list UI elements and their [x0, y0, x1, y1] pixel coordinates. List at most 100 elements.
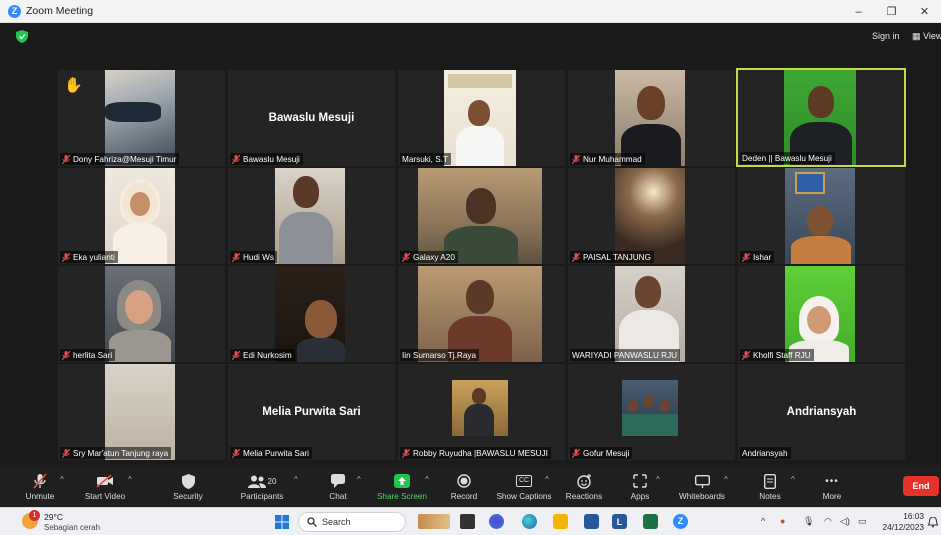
participant-tile[interactable]: Eka yulianti — [58, 168, 225, 264]
participants-options-caret-icon[interactable]: ^ — [294, 475, 298, 484]
end-meeting-button[interactable]: End — [903, 476, 939, 496]
participant-tile[interactable]: Ishar — [738, 168, 905, 264]
apps-button[interactable]: Apps — [624, 467, 656, 507]
apps-options-caret-icon[interactable]: ^ — [656, 475, 660, 484]
volume-icon[interactable]: ◁) — [840, 516, 850, 527]
edge-browser-icon[interactable] — [522, 514, 537, 529]
participant-name-label: Bawaslu Mesuji — [230, 153, 303, 165]
notification-bell-icon[interactable] — [928, 517, 938, 528]
participant-name-label: Robby Ruyudha |BAWASLU MESUJI — [400, 447, 551, 459]
participant-tile[interactable]: Robby Ruyudha |BAWASLU MESUJI — [398, 364, 565, 460]
muted-mic-icon — [741, 350, 751, 360]
captions-options-caret-icon[interactable]: ^ — [545, 475, 549, 484]
copilot-icon[interactable] — [489, 514, 504, 529]
chat-options-caret-icon[interactable]: ^ — [357, 475, 361, 484]
excel-icon[interactable] — [643, 514, 658, 529]
unmute-button[interactable]: Unmute — [22, 467, 58, 507]
taskbar-widget-image-icon[interactable] — [418, 514, 450, 529]
notes-label: Notes — [759, 492, 781, 501]
participant-name-label: herlita Sari — [60, 349, 116, 361]
participant-tile[interactable]: Andriansyah Andriansyah — [738, 364, 905, 460]
wifi-icon[interactable]: ◠ — [824, 516, 832, 527]
reactions-smiley-icon — [576, 473, 591, 489]
notes-button[interactable]: Notes — [754, 467, 786, 507]
muted-mic-icon — [231, 154, 241, 164]
reactions-button[interactable]: Reactions — [564, 467, 604, 507]
participant-tile[interactable]: Galaxy A20 — [398, 168, 565, 264]
participants-label: Participants — [240, 492, 284, 501]
participant-tile[interactable]: Edi Nurkosim — [228, 266, 395, 362]
muted-mic-icon — [401, 448, 411, 458]
participant-tile[interactable]: ✋ Dony Fahriza@Mesuji Timur — [58, 70, 225, 166]
sign-in-link[interactable]: Sign in — [872, 31, 900, 41]
participant-name: Eka yulianti — [73, 252, 115, 262]
taskbar-app-l-icon[interactable]: L — [612, 514, 627, 529]
zoom-taskbar-icon[interactable]: Z — [673, 514, 688, 529]
file-explorer-icon[interactable] — [553, 514, 568, 529]
tray-microphone-icon[interactable]: 🎙 — [803, 516, 814, 527]
participant-tile[interactable]: WARIYADI PANWASLU RJU — [568, 266, 735, 362]
tray-app-icon[interactable]: ● — [780, 516, 785, 526]
record-label: Record — [450, 492, 478, 501]
participant-tile[interactable]: Nur Muhammad — [568, 70, 735, 166]
chat-button[interactable]: Chat — [320, 467, 356, 507]
participant-tile[interactable]: herlita Sari — [58, 266, 225, 362]
participant-tile[interactable]: Marsuki, S.T — [398, 70, 565, 166]
window-controls: – ❐ ✕ — [842, 0, 941, 23]
maximize-button[interactable]: ❐ — [875, 0, 908, 23]
close-button[interactable]: ✕ — [908, 0, 941, 23]
weather-temperature[interactable]: 29°C — [44, 512, 63, 522]
participant-name: Deden || Bawaslu Mesuji — [742, 153, 832, 163]
active-speaker-tile[interactable]: Deden || Bawaslu Mesuji — [736, 68, 906, 167]
battery-icon[interactable]: ▭ — [858, 516, 867, 527]
participant-name-label: Eka yulianti — [60, 251, 118, 263]
apps-icon — [633, 474, 647, 488]
start-video-button[interactable]: Start Video — [80, 467, 130, 507]
task-view-icon[interactable] — [460, 514, 475, 529]
participant-tile[interactable]: Hudi Ws — [228, 168, 395, 264]
participant-video — [444, 70, 516, 166]
microsoft-store-icon[interactable] — [584, 514, 599, 529]
participant-name: Kholfi Staff RJU — [753, 350, 811, 360]
participant-name: Melia Purwita Sari — [243, 448, 309, 458]
participants-button[interactable]: 20 Participants — [236, 467, 288, 507]
participant-name: Hudi Ws — [243, 252, 274, 262]
show-captions-button[interactable]: CC Show Captions — [495, 467, 553, 507]
participant-tile[interactable]: Bawaslu Mesuji Bawaslu Mesuji — [228, 70, 395, 166]
participant-tile[interactable]: Sry Mar'atun Tanjung raya — [58, 364, 225, 460]
participant-name: Iin Sumarso Tj.Raya — [402, 350, 477, 360]
weather-condition[interactable]: Sebagian cerah — [44, 523, 100, 532]
encryption-shield-icon[interactable] — [16, 30, 28, 43]
search-icon — [307, 517, 317, 527]
participant-video — [275, 168, 345, 264]
participant-tile[interactable]: Iin Sumarso Tj.Raya — [398, 266, 565, 362]
whiteboards-button[interactable]: Whiteboards — [676, 467, 728, 507]
more-button[interactable]: ••• More — [816, 467, 848, 507]
participant-name-label: Dony Fahriza@Mesuji Timur — [60, 153, 180, 165]
view-menu-button[interactable]: ▦ View — [912, 31, 941, 42]
participant-name: PAISAL TANJUNG — [583, 252, 651, 262]
tray-overflow-chevron-icon[interactable]: ^ — [761, 516, 765, 526]
participant-name-label: Melia Purwita Sari — [230, 447, 312, 459]
view-label: View — [923, 31, 941, 41]
security-button[interactable]: Security — [170, 467, 206, 507]
participant-tile[interactable]: Melia Purwita Sari Melia Purwita Sari — [228, 364, 395, 460]
windows-start-icon[interactable] — [275, 515, 289, 529]
share-options-caret-icon[interactable]: ^ — [425, 475, 429, 484]
participant-tile[interactable]: Gofur Mesuji — [568, 364, 735, 460]
taskbar-search-box[interactable]: Search — [298, 512, 406, 532]
muted-mic-icon — [741, 252, 751, 262]
participant-tile[interactable]: PAISAL TANJUNG — [568, 168, 735, 264]
participant-name: Edi Nurkosim — [243, 350, 292, 360]
taskbar-clock[interactable]: 16:03 24/12/2023 — [880, 511, 924, 533]
video-options-caret-icon[interactable]: ^ — [128, 475, 132, 484]
participant-tile[interactable]: Kholfi Staff RJU — [738, 266, 905, 362]
audio-options-caret-icon[interactable]: ^ — [60, 475, 64, 484]
video-off-icon — [96, 474, 113, 488]
share-screen-button[interactable]: Share Screen — [376, 467, 428, 507]
record-button[interactable]: Record — [446, 467, 482, 507]
notes-options-caret-icon[interactable]: ^ — [791, 475, 795, 484]
participant-name-label: Edi Nurkosim — [230, 349, 295, 361]
minimize-button[interactable]: – — [842, 0, 875, 23]
whiteboards-options-caret-icon[interactable]: ^ — [724, 475, 728, 484]
